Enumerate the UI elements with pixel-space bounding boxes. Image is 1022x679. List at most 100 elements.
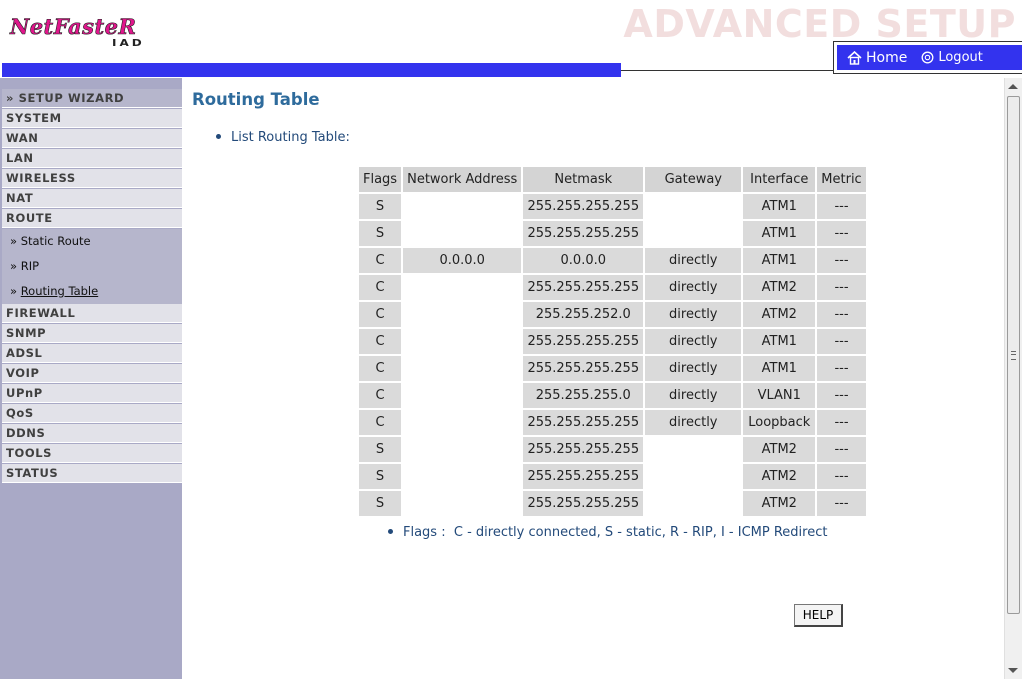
sidebar-item-route[interactable]: ROUTE (2, 209, 182, 228)
sidebar-item-status[interactable]: STATUS (2, 464, 182, 483)
home-icon (847, 50, 862, 65)
sidebar-item-firewall[interactable]: FIREWALL (2, 304, 182, 323)
cell-metric: --- (817, 275, 866, 300)
cell-network-address (403, 437, 522, 462)
flags-legend: Flags : C - directly connected, S - stat… (388, 525, 827, 540)
table-row: C 255.255.255.0 directly VLAN1 --- (359, 383, 866, 408)
header-divider (621, 70, 833, 71)
cell-netmask: 255.255.255.255 (523, 464, 644, 489)
cell-gateway (645, 437, 742, 462)
vertical-scrollbar[interactable] (1004, 78, 1022, 679)
cell-netmask: 255.255.255.255 (523, 275, 644, 300)
cell-network-address (403, 383, 522, 408)
page-title: Routing Table (192, 90, 320, 109)
table-row: C 255.255.255.255 directly Loopback --- (359, 410, 866, 435)
cell-flags: C (359, 248, 402, 273)
page-header-title: ADVANCED SETUP (623, 2, 1016, 46)
sidebar-item-lan[interactable]: LAN (2, 149, 182, 168)
sidebar-item-qos[interactable]: QoS (2, 404, 182, 423)
top-nav: Home Logout (833, 41, 1022, 74)
sidebar-item-nat[interactable]: NAT (2, 189, 182, 208)
cell-interface: ATM2 (743, 491, 816, 516)
sidebar-item-upnp[interactable]: UPnP (2, 384, 182, 403)
cell-network-address (403, 302, 522, 327)
sidebar-item-adsl[interactable]: ADSL (2, 344, 182, 363)
table-row: C 255.255.252.0 directly ATM2 --- (359, 302, 866, 327)
logout-link[interactable]: Logout (921, 50, 983, 65)
cell-network-address (403, 221, 522, 246)
cell-netmask: 255.255.255.255 (523, 491, 644, 516)
cell-netmask: 0.0.0.0 (523, 248, 644, 273)
scroll-down-arrow-icon[interactable] (1008, 668, 1018, 673)
scrollbar-thumb[interactable] (1007, 96, 1020, 614)
sidebar-item-wan[interactable]: WAN (2, 129, 182, 148)
sidebar-subitem-label: RIP (20, 259, 40, 273)
cell-metric: --- (817, 383, 866, 408)
cell-metric: --- (817, 302, 866, 327)
cell-flags: S (359, 491, 402, 516)
sidebar-subitem-label: Routing Table (20, 284, 99, 298)
cell-interface: ATM2 (743, 437, 816, 462)
cell-netmask: 255.255.255.0 (523, 383, 644, 408)
cell-network-address (403, 275, 522, 300)
cell-gateway (645, 464, 742, 489)
table-row: S 255.255.255.255 ATM1 --- (359, 221, 866, 246)
cell-metric: --- (817, 410, 866, 435)
header-accent-bar (2, 63, 621, 77)
sidebar-item-setup-wizard[interactable]: » SETUP WIZARD (2, 89, 182, 108)
submenu-marker: » (10, 234, 18, 248)
cell-metric: --- (817, 437, 866, 462)
cell-metric: --- (817, 464, 866, 489)
table-row: C 255.255.255.255 directly ATM2 --- (359, 275, 866, 300)
cell-flags: C (359, 302, 402, 327)
power-icon (921, 51, 934, 64)
cell-flags: S (359, 194, 402, 219)
cell-gateway (645, 194, 742, 219)
sidebar-item-wireless[interactable]: WIRELESS (2, 169, 182, 188)
cell-flags: S (359, 437, 402, 462)
table-row: S 255.255.255.255 ATM2 --- (359, 491, 866, 516)
table-row: C 255.255.255.255 directly ATM1 --- (359, 329, 866, 354)
scrollbar-grip-icon (1011, 351, 1016, 360)
cell-network-address (403, 410, 522, 435)
sidebar-subitem-rip[interactable]: » RIP (2, 254, 182, 279)
cell-netmask: 255.255.255.255 (523, 410, 644, 435)
cell-network-address (403, 194, 522, 219)
sidebar-subitem-static-route[interactable]: » Static Route (2, 229, 182, 254)
sidebar-item-voip[interactable]: VOIP (2, 364, 182, 383)
home-link-label: Home (866, 49, 908, 66)
help-button[interactable]: HELP (794, 604, 843, 627)
cell-metric: --- (817, 221, 866, 246)
sidebar-item-tools[interactable]: TOOLS (2, 444, 182, 463)
cell-flags: C (359, 356, 402, 381)
column-header-network-address: Network Address (403, 167, 522, 192)
routing-table: Flags Network Address Netmask Gateway In… (357, 165, 868, 518)
cell-interface: ATM1 (743, 329, 816, 354)
flags-legend-text: C - directly connected, S - static, R - … (453, 525, 828, 540)
table-row: S 255.255.255.255 ATM1 --- (359, 194, 866, 219)
sidebar-item-system[interactable]: SYSTEM (2, 109, 182, 128)
cell-network-address: 0.0.0.0 (403, 248, 522, 273)
sidebar-item-ddns[interactable]: DDNS (2, 424, 182, 443)
column-header-metric: Metric (817, 167, 866, 192)
submenu-marker: » (10, 284, 18, 298)
cell-gateway (645, 221, 742, 246)
table-header-row: Flags Network Address Netmask Gateway In… (359, 167, 866, 192)
cell-flags: C (359, 329, 402, 354)
column-header-netmask: Netmask (523, 167, 644, 192)
cell-gateway: directly (645, 248, 742, 273)
scroll-up-arrow-icon[interactable] (1008, 84, 1018, 89)
cell-flags: C (359, 275, 402, 300)
sidebar: » SETUP WIZARD SYSTEM WAN LAN WIRELESS N… (0, 78, 182, 679)
cell-network-address (403, 356, 522, 381)
cell-flags: S (359, 464, 402, 489)
home-link[interactable]: Home (847, 50, 907, 66)
cell-metric: --- (817, 248, 866, 273)
cell-interface: ATM1 (743, 221, 816, 246)
sidebar-subitem-routing-table[interactable]: » Routing Table (2, 279, 182, 304)
sidebar-item-snmp[interactable]: SNMP (2, 324, 182, 343)
submenu-marker: » (10, 259, 18, 273)
cell-netmask: 255.255.255.255 (523, 221, 644, 246)
cell-netmask: 255.255.255.255 (523, 356, 644, 381)
cell-metric: --- (817, 356, 866, 381)
